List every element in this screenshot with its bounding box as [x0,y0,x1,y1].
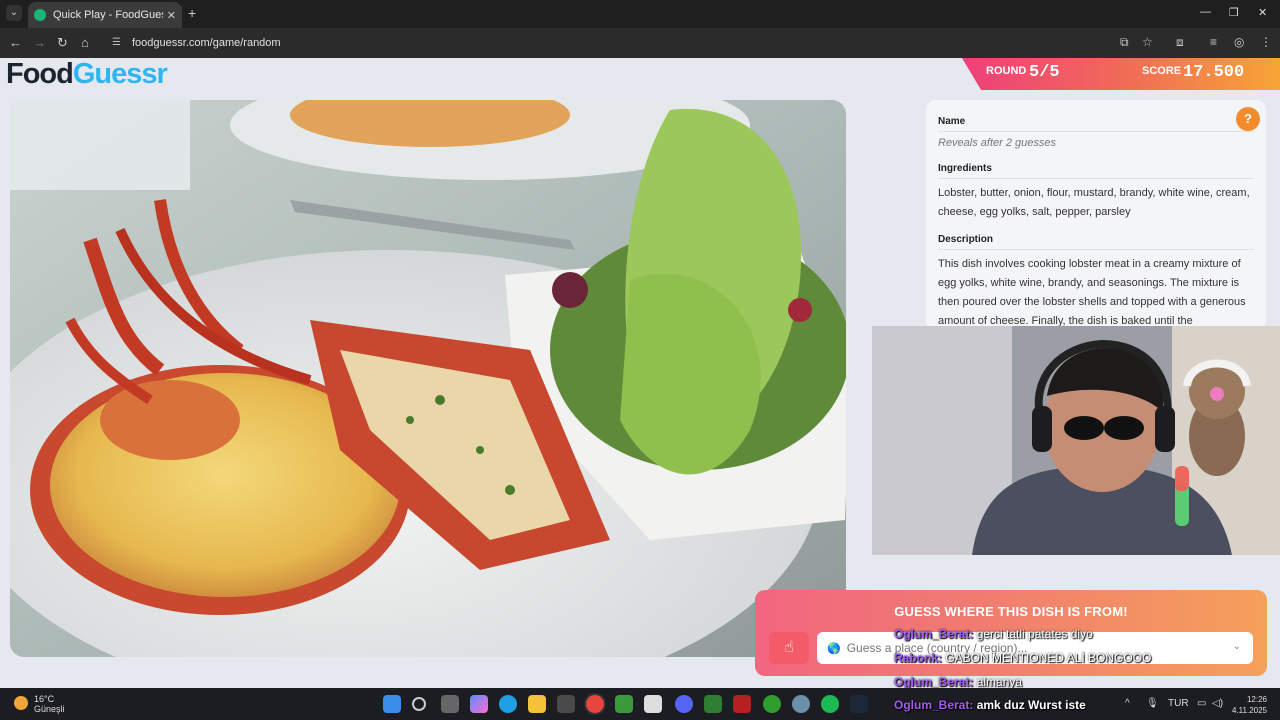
search-icon[interactable] [412,697,426,711]
score-value: 17.500 [1183,63,1245,82]
microphone-icon[interactable]: 🎙 [1146,698,1159,709]
foodguessr-favicon-icon [34,9,46,21]
tray-chevron-icon[interactable]: ^ [1125,698,1130,709]
xbox-icon[interactable] [763,695,781,713]
browser-tab-strip: ⌄ Quick Play - FoodGuessr | Food ✕ + — ❐… [0,0,1280,28]
system-clock[interactable]: 12:26 4.11.2025 [1232,694,1267,716]
tab-close-icon[interactable]: ✕ [167,9,176,22]
help-icon[interactable]: ? [1236,107,1260,131]
browser-tab[interactable]: Quick Play - FoodGuessr | Food ✕ [28,2,182,28]
install-app-icon[interactable]: ⧉ [1120,35,1129,50]
app-icon[interactable] [704,695,722,713]
clock-time: 12:26 [1246,695,1267,704]
chevron-down-icon[interactable]: ⌄ [1233,641,1241,652]
chrome-icon[interactable] [586,695,604,713]
foodguessr-logo[interactable]: FoodGuessr [6,58,168,91]
new-tab-button[interactable]: + [188,5,196,21]
ingredients-text: Lobster, butter, onion, flour, mustard, … [938,187,1250,218]
weather-sun-icon [14,696,28,710]
weather-desc: Güneşli [34,704,65,714]
score-label: SCORE [1142,65,1182,77]
extensions-icon[interactable]: ⧈ [1176,35,1184,50]
chat-text: amk duz Wurst iste [976,698,1086,712]
volume-icon[interactable]: ◁) [1212,698,1223,709]
chat-username: Oglum_Berat: [894,627,974,641]
globe-icon: 🌎 [827,642,841,655]
name-label: Name [938,116,1254,132]
logo-guessr: Guessr [72,58,168,90]
chat-username: Rabonk: [894,651,942,665]
app-icon[interactable] [733,695,751,713]
media-controls-icon[interactable]: ≡ [1210,35,1217,49]
webcam-overlay [872,326,1280,555]
network-icon[interactable]: ▭ [1197,698,1206,709]
clock-date: 4.11.2025 [1232,706,1267,715]
dish-info-card: Name Reveals after 2 guesses Ingredients… [926,100,1266,330]
chat-text: gerci tatli patates diyo [976,627,1093,641]
xbox-app-icon[interactable] [615,695,633,713]
home-icon[interactable]: ⌂ [81,35,89,50]
round-value: 5/5 [1029,63,1060,82]
logo-food: Food [6,58,74,90]
chat-message: Oglum_Berat: almanya [894,675,1022,689]
chat-message: Rabonk: GABON MENTIONED ALİ BONGOOO [894,651,1151,665]
capcut-icon[interactable] [644,695,662,713]
restore-icon[interactable]: ❐ [1229,6,1239,19]
ingredients-label: Ingredients [938,163,1254,179]
steam-icon[interactable] [850,695,868,713]
forward-icon[interactable]: → [33,35,46,50]
app-icon[interactable] [792,695,810,713]
close-window-icon[interactable]: ✕ [1258,6,1267,19]
description-text: This dish involves cooking lobster meat … [938,258,1246,327]
tab-search-icon[interactable]: ⌄ [6,5,22,21]
minimize-icon[interactable]: — [1200,6,1211,18]
spotify-icon[interactable] [821,695,839,713]
name-hint: Reveals after 2 guesses [938,137,1057,149]
chat-username: Oglum_Berat: [894,675,974,689]
reload-icon[interactable]: ↻ [57,35,68,51]
back-icon[interactable]: ← [9,35,22,50]
site-info-icon[interactable]: ☰ [112,37,124,49]
guess-title: GUESS WHERE THIS DISH IS FROM! [894,604,1128,619]
store-icon[interactable] [557,695,575,713]
browser-menu-icon[interactable]: ⋮ [1260,35,1272,49]
bookmark-star-icon[interactable]: ☆ [1142,35,1153,49]
chat-message: Oglum_Berat: amk duz Wurst iste [894,698,1086,712]
file-explorer-icon[interactable] [528,695,546,713]
chat-username: Oglum_Berat: [894,698,974,712]
game-page: FoodGuessr ROUND 5/5 SCORE 17.500 Name R… [0,58,1280,689]
tab-title: Quick Play - FoodGuessr | Food [53,9,163,21]
hand-pointer-icon[interactable]: ☝ [769,632,809,664]
browser-toolbar: ← → ↻ ⌂ ☰ foodguessr.com/game/random ⧉ ☆… [0,28,1280,58]
language-indicator[interactable]: TUR [1168,698,1189,709]
chat-text: almanya [976,675,1023,689]
profile-icon[interactable]: ◎ [1234,35,1244,49]
chat-text: GABON MENTIONED ALİ BONGOOO [945,651,1152,665]
round-label: ROUND [986,65,1027,77]
weather-widget[interactable]: 16°C Güneşli [14,694,65,714]
windows-taskbar: 16°C Güneşli Oglum_Berat: amk duz Wurst … [0,688,1280,720]
round-score-banner: ROUND 5/5 SCORE 17.500 [962,58,1280,90]
task-view-icon[interactable] [441,695,459,713]
dish-photo [10,100,846,657]
description-label: Description [938,234,1254,250]
discord-icon[interactable] [675,695,693,713]
weather-temp: 16°C [34,694,55,704]
copilot-icon[interactable] [470,695,488,713]
edge-icon[interactable] [499,695,517,713]
address-bar[interactable]: ☰ foodguessr.com/game/random [104,31,1168,55]
chat-message: Oglum_Berat: gerci tatli patates diyo [894,627,1093,641]
start-icon[interactable] [383,695,401,713]
url-text: foodguessr.com/game/random [132,37,281,49]
